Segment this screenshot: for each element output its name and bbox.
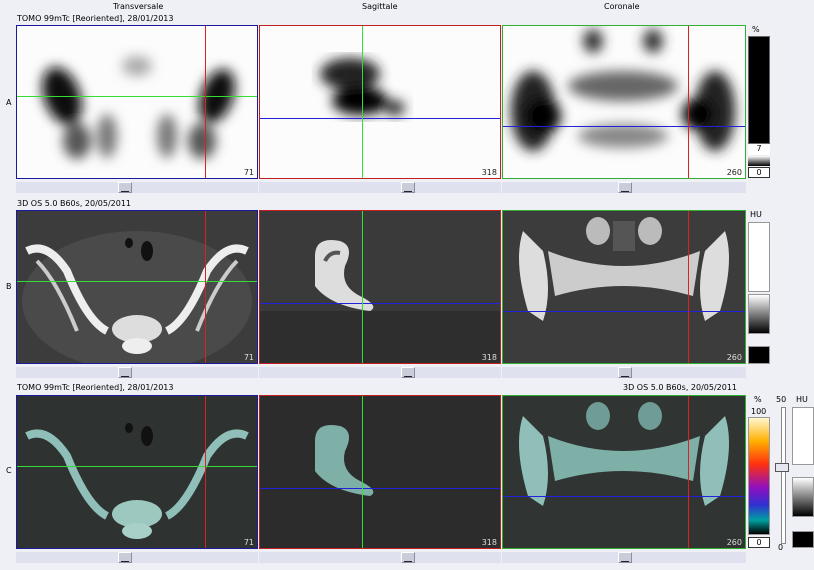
slice-number: 318: [481, 168, 497, 177]
slice-scrollbar-b-coronale[interactable]: [502, 367, 746, 378]
fusion-value-label: 50: [776, 395, 787, 404]
slice-number: 71: [243, 168, 254, 177]
window-min-field[interactable]: 0: [748, 167, 770, 178]
row-label-b: B: [6, 282, 12, 291]
crosshair-horizontal[interactable]: [260, 118, 500, 119]
scroll-thumb[interactable]: [618, 182, 632, 193]
crosshair-horizontal[interactable]: [503, 311, 745, 312]
fusion-slider-track[interactable]: [781, 407, 786, 544]
row-c-series-title-left: TOMO 99mTc [Reoriented], 28/01/2013: [17, 383, 174, 392]
row-c-series-title-right: 3D OS 5.0 B60s, 20/05/2011: [623, 383, 738, 392]
crosshair-horizontal[interactable]: [503, 496, 745, 497]
scroll-thumb[interactable]: [401, 367, 415, 378]
slice-number: 260: [726, 538, 742, 547]
crosshair-horizontal[interactable]: [17, 281, 257, 282]
slice-scrollbar-a-sagittale[interactable]: [259, 182, 501, 193]
slice-number: 260: [726, 168, 742, 177]
viewport-c-coronale[interactable]: 260: [502, 395, 746, 549]
window-min-field[interactable]: 0: [748, 537, 770, 548]
viewport-c-sagittale[interactable]: 318: [259, 395, 501, 549]
column-header-coronale: Coronale: [604, 2, 640, 11]
unit-label-percent: %: [754, 395, 762, 404]
viewport-a-transversale[interactable]: 71: [16, 25, 258, 179]
scroll-thumb[interactable]: [118, 367, 132, 378]
viewport-a-sagittale[interactable]: 318: [259, 25, 501, 179]
scroll-thumb[interactable]: [618, 367, 632, 378]
unit-label-percent: %: [752, 25, 760, 34]
row-a-series-title: TOMO 99mTc [Reoriented], 28/01/2013: [17, 14, 174, 23]
slice-scrollbar-c-coronale[interactable]: [502, 552, 746, 563]
slice-number: 71: [243, 353, 254, 362]
row-label-a: A: [6, 98, 12, 107]
viewport-a-coronale[interactable]: 260: [502, 25, 746, 179]
row-b-series-title: 3D OS 5.0 B60s, 20/05/2011: [17, 199, 132, 208]
slice-number: 71: [243, 538, 254, 547]
crosshair-vertical[interactable]: [362, 396, 363, 548]
crosshair-vertical[interactable]: [362, 211, 363, 363]
viewport-b-transversale[interactable]: 71: [16, 210, 258, 364]
slice-number: 318: [481, 538, 497, 547]
scroll-thumb[interactable]: [618, 552, 632, 563]
viewport-b-coronale[interactable]: 260: [502, 210, 746, 364]
colorbar-b-gradient[interactable]: [748, 294, 770, 334]
colorbar-a-gradient: [748, 156, 770, 166]
colorbar-b-top[interactable]: [748, 222, 770, 292]
column-header-transversale: Transversale: [113, 2, 164, 11]
crosshair-vertical[interactable]: [205, 396, 206, 548]
crosshair-vertical[interactable]: [362, 26, 363, 178]
crosshair-horizontal[interactable]: [503, 126, 745, 127]
slice-scrollbar-c-sagittale[interactable]: [259, 552, 501, 563]
colorbar-c-pet[interactable]: [748, 417, 770, 535]
slice-scrollbar-a-coronale[interactable]: [502, 182, 746, 193]
scroll-thumb[interactable]: [401, 552, 415, 563]
slice-scrollbar-c-transversale[interactable]: [16, 552, 258, 563]
crosshair-horizontal[interactable]: [17, 466, 257, 467]
unit-label-hu: HU: [796, 395, 808, 404]
viewport-b-sagittale[interactable]: 318: [259, 210, 501, 364]
crosshair-vertical[interactable]: [205, 211, 206, 363]
crosshair-vertical[interactable]: [688, 26, 689, 178]
fusion-slider-handle[interactable]: [775, 463, 789, 472]
window-value-field[interactable]: 7: [748, 144, 770, 155]
slice-number: 260: [726, 353, 742, 362]
unit-label-hu: HU: [750, 210, 762, 219]
crosshair-horizontal[interactable]: [260, 488, 500, 489]
crosshair-vertical[interactable]: [688, 396, 689, 548]
viewport-c-transversale[interactable]: 71: [16, 395, 258, 549]
crosshair-vertical[interactable]: [205, 26, 206, 178]
colorbar-b-bottom[interactable]: [748, 346, 770, 364]
slice-number: 318: [481, 353, 497, 362]
scroll-thumb[interactable]: [118, 552, 132, 563]
zero-label: 0: [778, 543, 784, 552]
slice-scrollbar-a-transversale[interactable]: [16, 182, 258, 193]
slice-scrollbar-b-sagittale[interactable]: [259, 367, 501, 378]
crosshair-horizontal[interactable]: [17, 96, 257, 97]
colorbar-c-ct-bottom[interactable]: [792, 531, 814, 548]
scroll-thumb[interactable]: [401, 182, 415, 193]
colorbar-c-ct-gradient[interactable]: [792, 477, 814, 517]
column-header-sagittale: Sagittale: [362, 2, 398, 11]
colorbar-c-ct-top[interactable]: [792, 407, 814, 465]
crosshair-vertical[interactable]: [688, 211, 689, 363]
max-label: 100: [751, 407, 767, 416]
row-label-c: C: [6, 466, 12, 475]
crosshair-horizontal[interactable]: [260, 303, 500, 304]
slice-scrollbar-b-transversale[interactable]: [16, 367, 258, 378]
scroll-thumb[interactable]: [118, 182, 132, 193]
colorbar-a[interactable]: [748, 36, 770, 144]
